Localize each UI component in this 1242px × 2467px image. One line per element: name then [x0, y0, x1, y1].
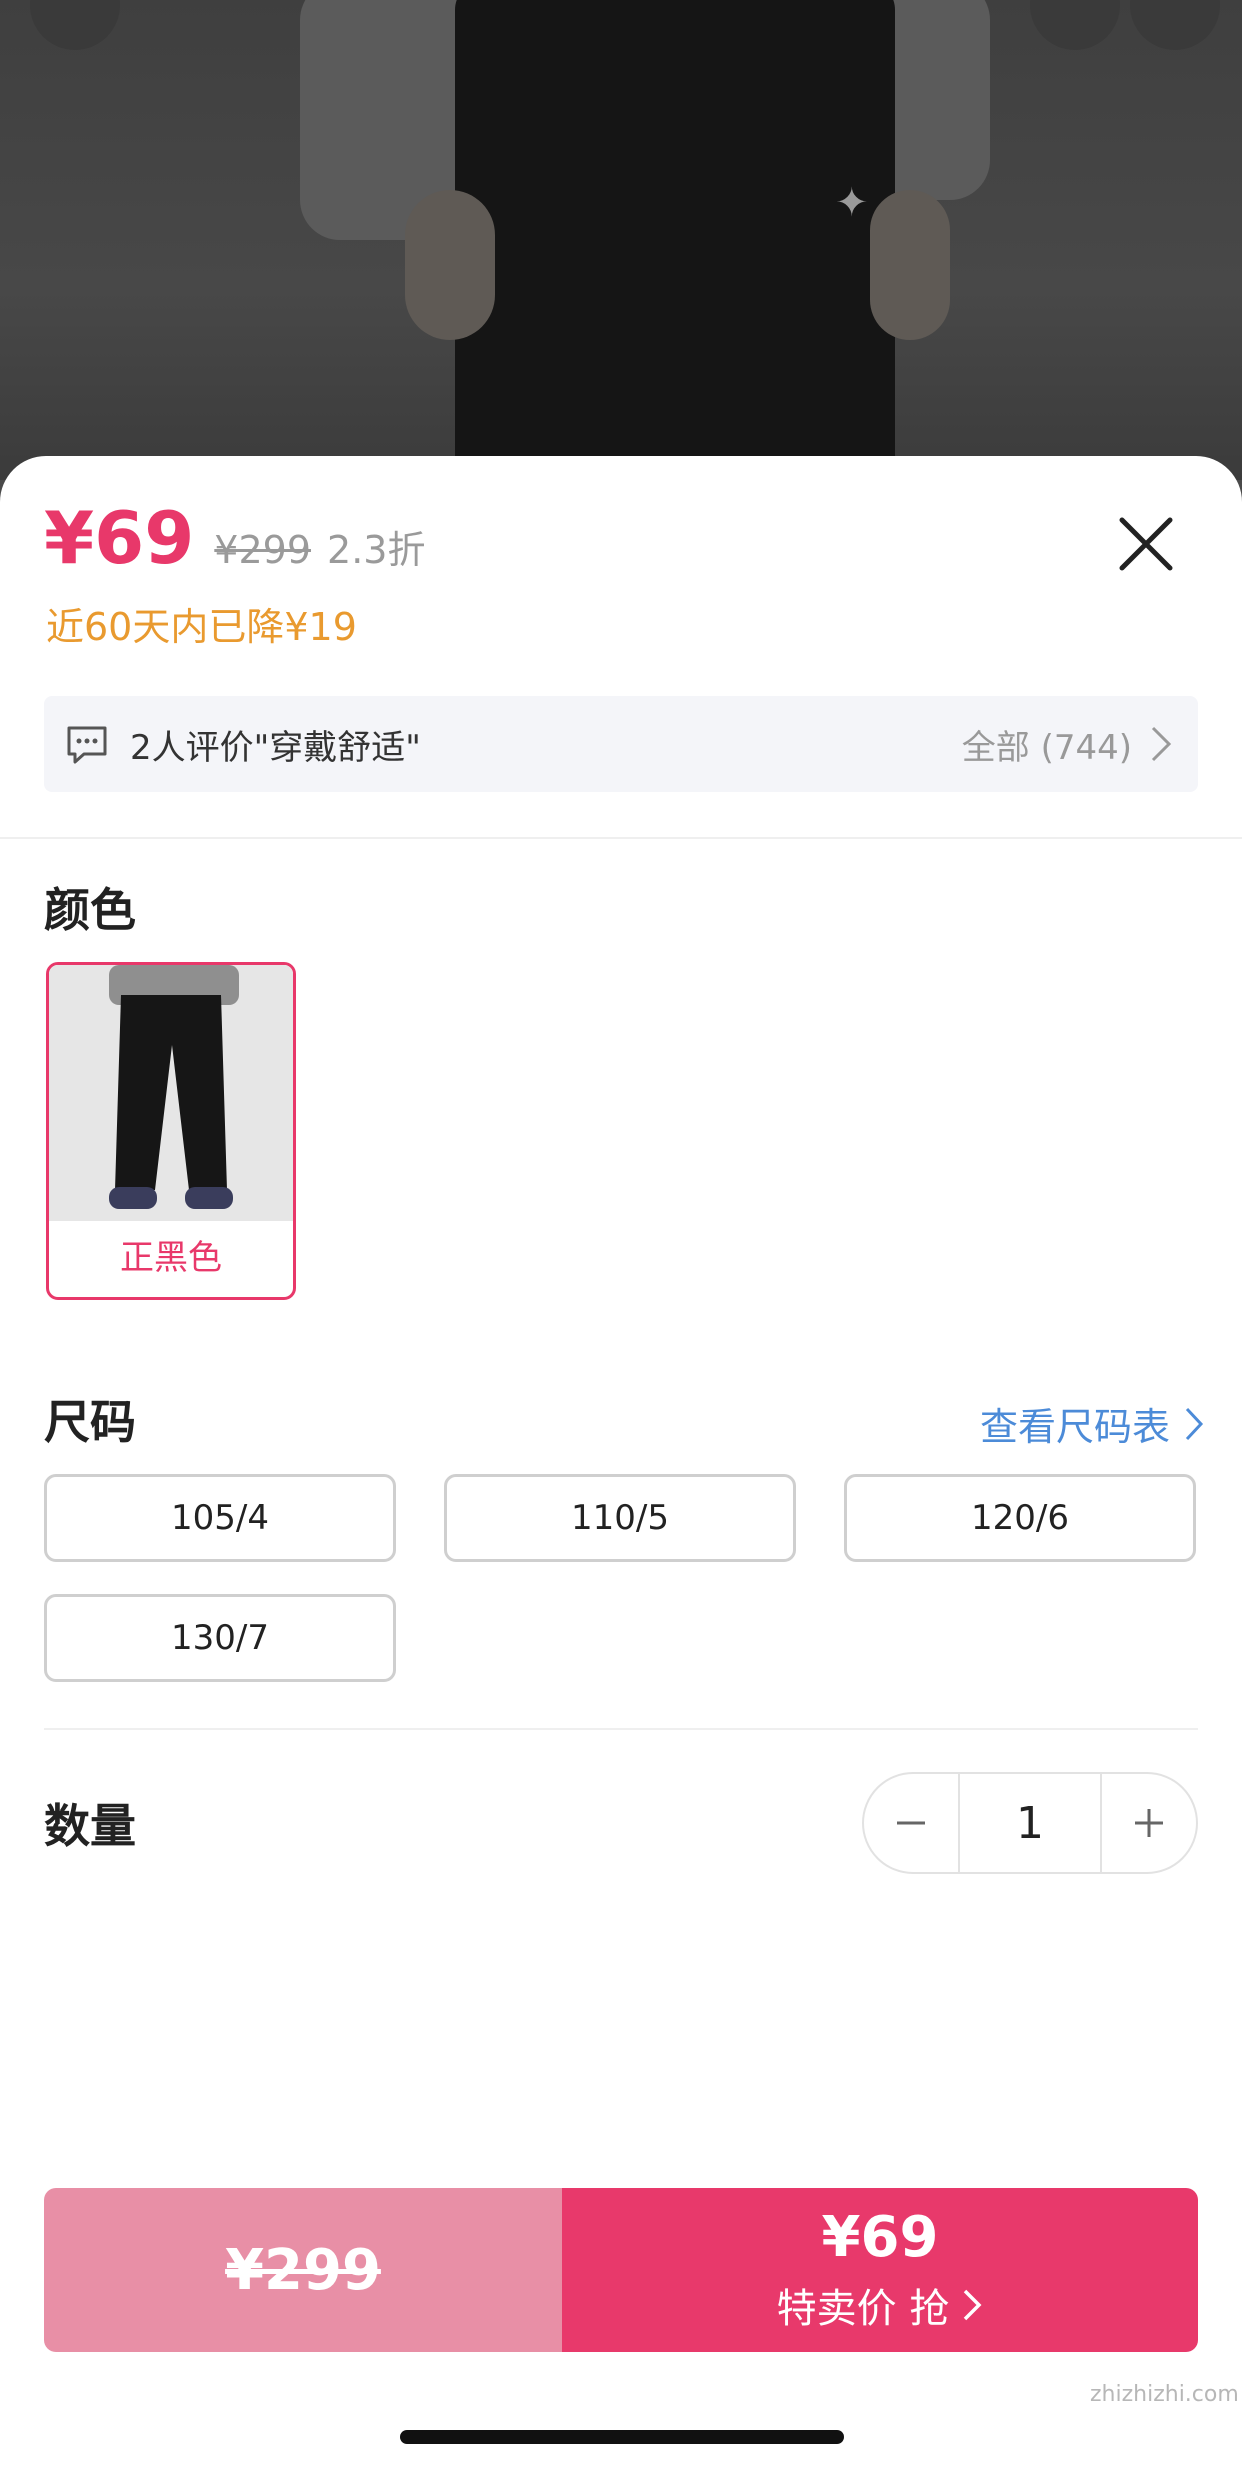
price-drop-note: 近60天内已降¥19 — [46, 605, 357, 649]
size-option[interactable]: 110/5 — [444, 1474, 796, 1562]
sku-selection-sheet: ¥69 ¥299 2.3折 近60天内已降¥19 2人评价"穿戴舒适" 全部 (… — [0, 456, 1242, 2467]
decrease-button[interactable] — [864, 1774, 958, 1872]
chevron-right-icon — [964, 2289, 982, 2321]
home-indicator[interactable] — [400, 2430, 844, 2444]
product-photo-hand — [405, 190, 495, 340]
size-option[interactable]: 105/4 — [44, 1474, 396, 1562]
quantity-value[interactable]: 1 — [958, 1774, 1102, 1872]
share-button-backdrop — [1030, 0, 1120, 50]
review-summary-bar[interactable]: 2人评价"穿戴舒适" 全部 (744) — [44, 696, 1198, 792]
size-chart-link-label: 查看尺码表 — [980, 1405, 1171, 1449]
buy-now-button[interactable]: ¥69 特卖价 抢 — [562, 2188, 1198, 2352]
product-photo-pants — [455, 0, 895, 480]
increase-button[interactable] — [1102, 1774, 1196, 1872]
brand-logo-icon: ✦ — [835, 180, 869, 226]
buy-now-label: 特卖价 抢 — [776, 2286, 950, 2332]
chevron-right-icon — [1185, 1407, 1204, 1440]
color-option-thumbnail — [49, 965, 293, 1221]
current-price: ¥69 — [44, 496, 195, 580]
back-button-backdrop — [30, 0, 120, 50]
plus-icon — [1135, 1809, 1163, 1837]
review-summary-text: 2人评价"穿戴舒适" — [130, 727, 421, 768]
section-divider — [0, 837, 1242, 839]
buy-now-price: ¥69 — [821, 2205, 939, 2270]
purchase-bar: ¥299 ¥69 特卖价 抢 — [44, 2188, 1198, 2352]
size-chart-link[interactable]: 查看尺码表 — [980, 1396, 1204, 1451]
chevron-right-icon — [1151, 726, 1172, 762]
color-section-title: 颜色 — [44, 883, 136, 937]
close-button[interactable] — [1106, 504, 1186, 584]
watermark: zhizhizhi.com — [1090, 2382, 1239, 2407]
color-option-black[interactable]: 正黑色 — [46, 962, 296, 1300]
original-price: ¥299 — [214, 528, 312, 572]
product-photo-hand — [870, 190, 950, 340]
size-option[interactable]: 130/7 — [44, 1594, 396, 1682]
size-option[interactable]: 120/6 — [844, 1474, 1196, 1562]
minus-icon — [897, 1821, 925, 1825]
cart-button-backdrop — [1130, 0, 1220, 50]
comment-icon — [67, 726, 107, 764]
original-price-button[interactable]: ¥299 — [44, 2188, 562, 2352]
color-option-label: 正黑色 — [120, 1238, 222, 1278]
section-divider — [44, 1728, 1198, 1730]
buy-now-label-row: 特卖价 抢 — [777, 2276, 984, 2334]
price-row: ¥69 ¥299 2.3折 — [44, 496, 425, 580]
all-reviews-link[interactable]: 全部 (744) — [962, 720, 1132, 769]
discount-label: 2.3折 — [327, 528, 426, 572]
product-image-backdrop: ✦ — [0, 0, 1242, 480]
quantity-stepper: 1 — [862, 1772, 1198, 1874]
pants-thumbnail-image — [49, 965, 293, 1221]
quantity-section-title: 数量 — [44, 1799, 136, 1853]
size-section-title: 尺码 — [44, 1395, 136, 1449]
close-icon — [1119, 517, 1173, 571]
